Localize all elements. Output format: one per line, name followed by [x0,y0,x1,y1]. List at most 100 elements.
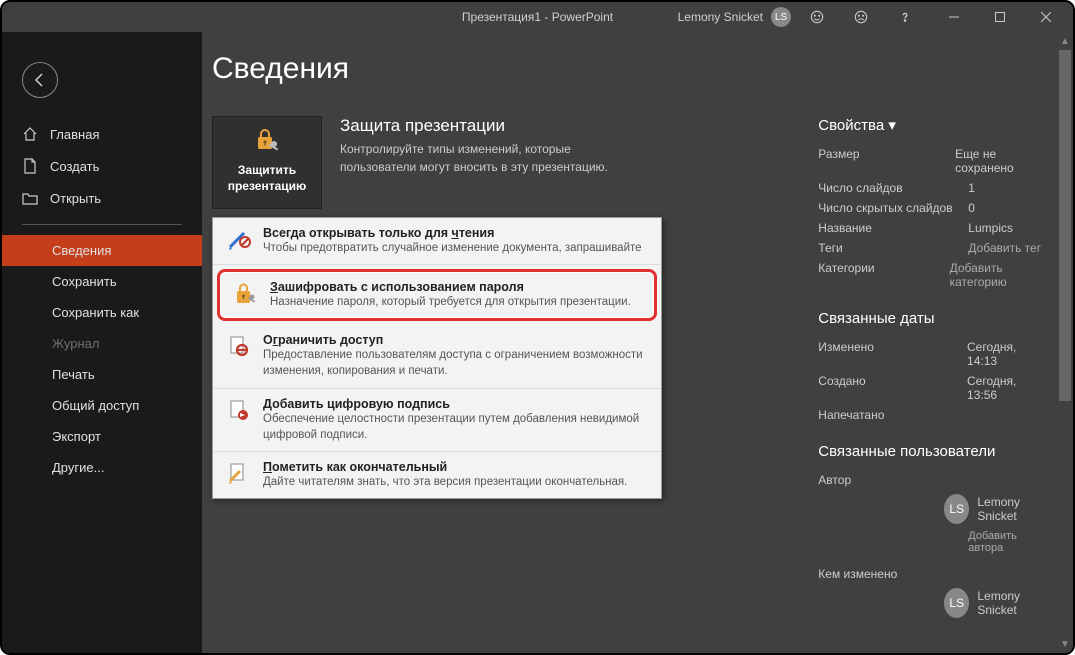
nav-save[interactable]: Сохранить [2,266,202,297]
author-name: Lemony Snicket [977,495,1049,523]
nav-info[interactable]: Сведения [2,235,202,266]
protect-presentation-button[interactable]: Защитить презентацию [212,116,322,209]
nav-label: Сохранить как [52,305,139,320]
prop-label: Напечатано [818,408,968,422]
protect-menu: Всегда открывать только для чтения Чтобы… [212,217,662,499]
new-icon [22,158,38,174]
user-avatar-badge[interactable]: LS [771,7,791,27]
nav-more[interactable]: Другие... [2,452,202,483]
prop-row: Число слайдов1 [818,178,1049,198]
menu-readonly[interactable]: Всегда открывать только для чтения Чтобы… [213,218,661,265]
menu-digital-signature[interactable]: Добавить цифровую подпись Обеспечение це… [213,389,661,452]
menu-encrypt-password[interactable]: Зашифровать с использованием пароля Назн… [217,269,657,321]
prop-row: РазмерЕще не сохранено [818,144,1049,178]
prop-label: Автор [818,473,968,487]
avatar: LS [944,588,969,618]
author-row[interactable]: LS Lemony Snicket [818,490,1049,528]
prop-row: Напечатано [818,405,1049,425]
lock-key-icon [219,127,315,159]
prop-value: Сегодня, 14:13 [967,340,1049,368]
nav-export[interactable]: Экспорт [2,421,202,452]
nav-label: Экспорт [52,429,101,444]
protect-button-label: Защитить презентацию [219,163,315,194]
protect-description: Контролируйте типы изменений, которые по… [340,140,620,176]
document-title: Презентация1 - PowerPoint [462,10,613,24]
prop-value: 1 [968,181,975,195]
nav-share[interactable]: Общий доступ [2,390,202,421]
prop-row: СозданоСегодня, 13:56 [818,371,1049,405]
modified-by-row[interactable]: LS Lemony Snicket [818,584,1049,622]
nav-label: Создать [50,159,99,174]
help-icon[interactable] [887,3,923,31]
menu-item-title: Пометить как окончательный [263,460,627,474]
menu-item-desc: Предоставление пользователям доступа с о… [263,347,649,379]
scroll-down-icon[interactable]: ▼ [1057,635,1073,653]
menu-mark-final[interactable]: Пометить как окончательный Дайте читател… [213,452,661,498]
prop-row: Кем изменено [818,564,1049,584]
prop-row: ТегиДобавить тег [818,238,1049,258]
restrict-icon [225,333,253,361]
prop-row: Автор [818,470,1049,490]
dates-title: Связанные даты [818,310,1049,327]
nav-print[interactable]: Печать [2,359,202,390]
protect-heading: Защита презентации [340,116,620,136]
nav-divider [22,224,182,225]
prop-value: Еще не сохранено [955,147,1049,175]
nav-label: Журнал [52,336,99,351]
nav-history: Журнал [2,328,202,359]
nav-open[interactable]: Открыть [2,182,202,214]
info-content: Сведения Защитить презентацию Защита [202,32,1057,653]
prop-value: 0 [968,201,975,215]
close-button[interactable] [1023,3,1069,31]
prop-value[interactable]: Lumpics [968,221,1013,235]
prop-label: Размер [818,147,955,175]
prop-row: ИзмененоСегодня, 14:13 [818,337,1049,371]
minimize-button[interactable] [931,3,977,31]
scroll-track[interactable] [1057,50,1073,635]
page-title: Сведения [212,52,1057,86]
vertical-scrollbar[interactable]: ▲ ▼ [1057,32,1073,653]
prop-value[interactable]: Добавить категорию [950,261,1049,289]
menu-item-desc: Обеспечение целостности презентации путе… [263,411,649,443]
add-author-link[interactable]: Добавить автора [968,530,1049,554]
nav-home[interactable]: Главная [2,118,202,150]
prop-label: Кем изменено [818,567,968,581]
prop-row: Число скрытых слайдов0 [818,198,1049,218]
nav-label: Главная [50,127,99,142]
scroll-thumb[interactable] [1059,50,1071,401]
menu-item-title: Ограничить доступ [263,333,649,347]
prop-label: Число слайдов [818,181,968,195]
face-sad-icon[interactable] [843,3,879,31]
prop-row: НазваниеLumpics [818,218,1049,238]
user-name[interactable]: Lemony Snicket [678,10,763,24]
properties-title[interactable]: Свойства ▾ [818,116,1049,134]
menu-item-title: Добавить цифровую подпись [263,397,649,411]
modified-name: Lemony Snicket [977,589,1049,617]
prop-label: Название [818,221,968,235]
prop-label: Изменено [818,340,967,368]
back-button[interactable] [22,62,58,98]
prop-row: КатегорииДобавить категорию [818,258,1049,292]
signature-icon [225,397,253,425]
menu-item-title: Зашифровать с использованием пароля [270,280,631,294]
avatar: LS [944,494,969,524]
face-smile-icon[interactable] [799,3,835,31]
lock-key-icon [232,280,260,308]
prop-label: Число скрытых слайдов [818,201,968,215]
titlebar: Презентация1 - PowerPoint Lemony Snicket… [2,2,1073,32]
menu-restrict-access[interactable]: Ограничить доступ Предоставление пользов… [213,325,661,388]
nav-label: Другие... [52,460,104,475]
scroll-up-icon[interactable]: ▲ [1057,32,1073,50]
maximize-button[interactable] [977,3,1023,31]
properties-panel: Свойства ▾ РазмерЕще не сохранено Число … [818,116,1057,622]
prop-value[interactable]: Добавить тег [968,241,1041,255]
nav-label: Сохранить [52,274,117,289]
prop-value: Сегодня, 13:56 [967,374,1049,402]
menu-item-desc: Назначение пароля, который требуется для… [270,294,631,310]
mark-final-icon [225,460,253,488]
nav-new[interactable]: Создать [2,150,202,182]
nav-saveas[interactable]: Сохранить как [2,297,202,328]
nav-label: Открыть [50,191,101,206]
home-icon [22,126,38,142]
prop-label: Теги [818,241,968,255]
